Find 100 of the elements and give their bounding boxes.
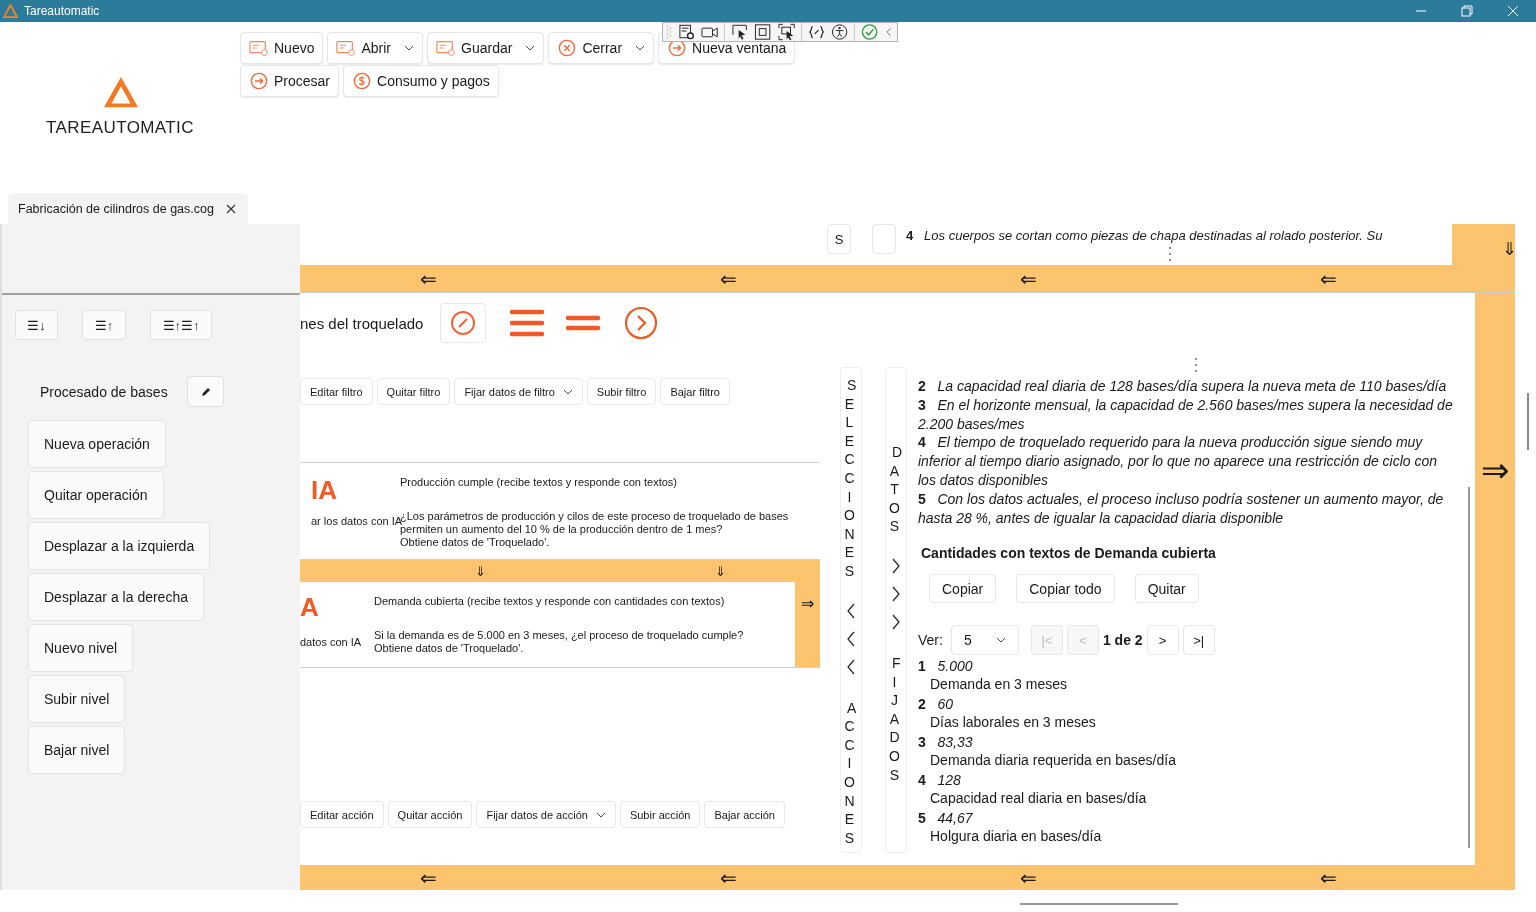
action-button[interactable]: Editar acción xyxy=(300,801,384,828)
scrollbar[interactable] xyxy=(1527,393,1529,450)
action-button[interactable]: Bajar acción xyxy=(704,801,785,828)
disable-button[interactable] xyxy=(440,303,486,343)
operation-button[interactable]: Nueva operación xyxy=(28,420,166,468)
chevron-right-icon[interactable] xyxy=(891,585,901,602)
toolbar-button[interactable]: Abrir xyxy=(327,32,424,64)
dollar-circle-icon xyxy=(352,72,373,90)
more-icon[interactable] xyxy=(1168,246,1172,262)
action-button[interactable]: Quitar acción xyxy=(387,801,473,828)
band-arrow[interactable]: ⇐ xyxy=(1318,266,1338,291)
ai-label: IA xyxy=(311,475,338,505)
braces-icon[interactable] xyxy=(807,23,826,41)
band-arrow[interactable]: ⇓ xyxy=(1502,238,1517,260)
vertical-label: ACCIONES xyxy=(844,698,858,848)
scrollbar[interactable] xyxy=(1468,487,1470,848)
pager-button[interactable]: > xyxy=(1146,625,1179,656)
toolbar-button[interactable]: Nuevo xyxy=(240,32,324,64)
chevron-right-icon[interactable] xyxy=(891,613,901,630)
band-arrow[interactable]: ⇐ xyxy=(1018,266,1038,291)
filter-button[interactable]: Bajar filtro xyxy=(660,378,730,405)
sort-button[interactable]: ☰↑☰↑ xyxy=(150,310,212,340)
accessibility-icon[interactable] xyxy=(831,23,849,41)
band-arrow[interactable]: ⇒ xyxy=(801,594,814,667)
card-title: Demanda cubierta (recibe textos y responde con cantidades con textos) xyxy=(374,595,726,608)
copy-button[interactable]: Quitar xyxy=(1134,574,1199,604)
copy-button[interactable]: Copiar todo xyxy=(1016,574,1115,604)
edit-button[interactable] xyxy=(187,376,224,407)
operation-button[interactable]: Desplazar a la derecha xyxy=(28,573,204,621)
toolbar-button[interactable]: Procesar xyxy=(240,65,340,97)
band-arrow[interactable]: ⇓ xyxy=(474,563,486,579)
operation-button[interactable]: Bajar nivel xyxy=(28,726,126,774)
action-button[interactable]: Subir acción xyxy=(619,801,701,828)
caret-icon xyxy=(595,811,606,818)
panel-gear-icon[interactable] xyxy=(677,23,695,41)
card-caption: datos con IA xyxy=(300,636,363,648)
menu-icon[interactable] xyxy=(510,308,544,338)
operation-name: Procesado de bases xyxy=(40,383,169,400)
frame-icon[interactable] xyxy=(754,23,772,41)
result-item: 4 El tiempo de troquelado requerido para la nueva producción sigue siendo muy inferior al tiempo diario asignado, por lo que no aparece una restricción de ciclo con los datos disponibles xyxy=(918,433,1439,490)
caret-icon xyxy=(635,45,646,51)
band-arrow[interactable]: ⇓ xyxy=(714,563,726,579)
letter-button[interactable]: S xyxy=(827,224,851,254)
quantity-label: Días laborales en 3 meses xyxy=(930,713,1096,732)
select-cursor-icon[interactable] xyxy=(731,23,749,41)
card-source: Obtiene datos de 'Troquelado'. xyxy=(374,642,525,655)
band-arrow[interactable]: ⇐ xyxy=(718,865,738,890)
operation-button[interactable]: Quitar operación xyxy=(28,471,164,519)
result-item: 2 La capacidad real diaria de 128 bases/día supera la nueva meta de 110 bases/día xyxy=(918,377,1448,396)
pager-button[interactable]: >| xyxy=(1182,625,1215,656)
pencil-icon xyxy=(199,385,212,398)
caret-icon xyxy=(404,45,415,51)
band-arrow[interactable]: ⇐ xyxy=(418,266,438,291)
quantity-label: Demanda diaria requerida en bases/día xyxy=(930,751,1176,770)
toolbar-button[interactable]: Guardar xyxy=(427,32,545,64)
card-caption: ar los datos con IA xyxy=(311,515,400,527)
document-icon xyxy=(436,39,457,57)
close-icon[interactable] xyxy=(225,203,236,214)
page-size-label: Ver: xyxy=(918,632,943,649)
operation-button[interactable]: Desplazar a la izquierda xyxy=(28,522,211,570)
document-tab[interactable]: Fabricación de cilindros de gas.cog xyxy=(8,193,248,224)
band-arrow[interactable]: ⇐ xyxy=(1318,865,1338,890)
operation-button[interactable]: Subir nivel xyxy=(28,675,126,723)
band-arrow[interactable]: ⇐ xyxy=(718,266,738,291)
chevron-left-icon[interactable] xyxy=(846,658,856,675)
check-icon[interactable] xyxy=(861,23,879,41)
band-arrow[interactable]: ⇐ xyxy=(1018,865,1038,890)
page-size-dropdown[interactable]: 5 xyxy=(950,625,1019,656)
operation-button[interactable]: Nuevo nivel xyxy=(28,624,134,672)
sort-button[interactable]: ☰↓ xyxy=(15,310,58,340)
quantity-value: 1 5.000 xyxy=(918,658,974,676)
copy-button[interactable]: Copiar xyxy=(929,574,997,604)
filter-button[interactable]: Subir filtro xyxy=(586,378,657,405)
sort-button[interactable]: ☰↑ xyxy=(82,310,126,340)
quantity-value: 2 60 xyxy=(918,696,955,714)
toolbar-button[interactable]: Consumo y pagos xyxy=(343,65,499,97)
grip-icon[interactable] xyxy=(666,23,672,41)
caret-icon xyxy=(562,388,573,395)
chevron-left-icon[interactable] xyxy=(846,602,856,619)
chevron-right-icon[interactable] xyxy=(891,557,901,574)
result-item: 3 En el horizonte mensual, la capacidad de 2.560 bases/mes supera la necesidad de 2.200 bases/mes xyxy=(918,395,1454,434)
band-arrow[interactable]: ⇐ xyxy=(418,865,438,890)
result-item: 4 Los cuerpos se cortan como piezas de chapa destinadas al rolado posterior. Su xyxy=(906,228,1383,243)
toolbar-button[interactable]: Cerrar xyxy=(548,32,655,64)
filter-button[interactable]: Fijar datos de filtro xyxy=(454,378,583,405)
filter-button[interactable]: Editar filtro xyxy=(300,378,373,405)
arrow-circle-icon xyxy=(249,72,269,90)
quantities-heading: Cantidades con textos de Demanda cubierta xyxy=(921,545,1216,562)
action-button[interactable]: Fijar datos de acción xyxy=(476,801,616,828)
quantity-value: 3 83,33 xyxy=(918,734,974,752)
frame-cursor-icon[interactable] xyxy=(777,23,795,41)
filter-button[interactable]: Quitar filtro xyxy=(376,378,451,405)
document-icon xyxy=(249,39,269,57)
equals-icon[interactable] xyxy=(566,313,600,333)
chevron-left-icon[interactable] xyxy=(846,630,856,647)
scrollbar[interactable] xyxy=(1020,903,1178,905)
quantity-value: 5 44,67 xyxy=(918,810,974,828)
more-icon[interactable] xyxy=(1194,357,1198,373)
band-arrow[interactable]: ⇒ xyxy=(1481,453,1509,487)
next-icon[interactable] xyxy=(624,306,658,340)
